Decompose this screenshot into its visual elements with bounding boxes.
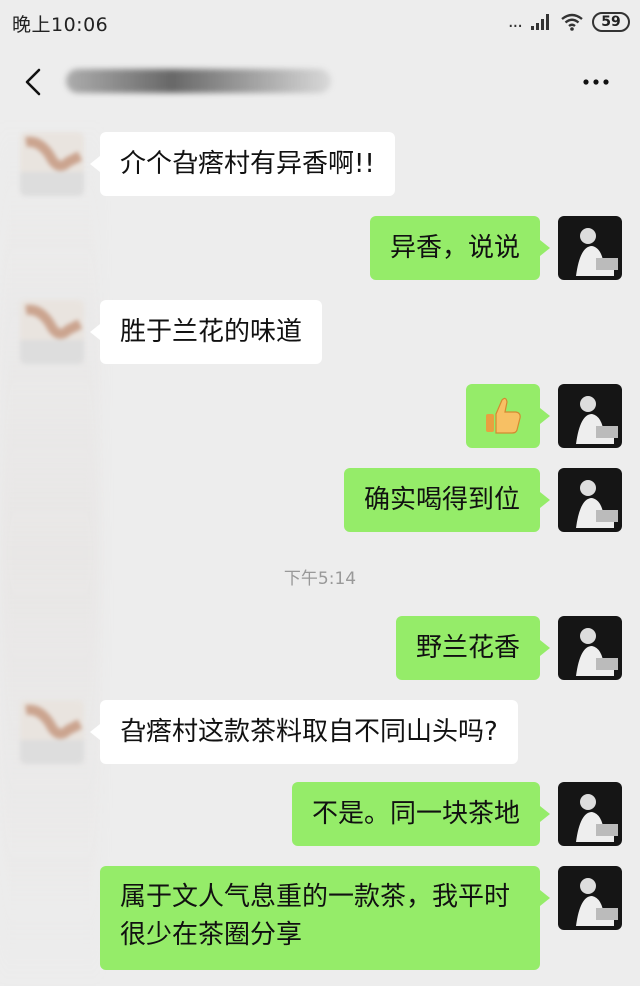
- message-bubble-sent[interactable]: 野兰花香: [395, 616, 551, 680]
- message-bubble-received[interactable]: 胜于兰花的味道: [89, 300, 323, 364]
- my-avatar[interactable]: [558, 384, 622, 448]
- my-avatar[interactable]: [558, 782, 622, 846]
- chat-header: [0, 44, 640, 120]
- my-avatar[interactable]: [558, 616, 622, 680]
- contact-avatar[interactable]: [20, 300, 84, 364]
- message-bubble-sent[interactable]: 不是。同一块茶地: [291, 782, 551, 846]
- message-bubble-sent[interactable]: 异香，说说: [369, 216, 551, 280]
- battery-icon: 59: [592, 12, 630, 32]
- contact-avatar[interactable]: [20, 132, 84, 196]
- thumbs-up-icon: [486, 397, 521, 434]
- status-time: 晚上10:06: [12, 14, 109, 36]
- signal-icon: [530, 13, 552, 31]
- more-horizontal-icon: [583, 79, 609, 85]
- chevron-left-icon: [25, 68, 41, 96]
- back-button[interactable]: [14, 62, 54, 102]
- message-bubble-received[interactable]: 介个旮瘩村有异香啊!!: [90, 132, 395, 196]
- contact-name-blurred: [66, 69, 331, 93]
- contact-avatar[interactable]: [20, 700, 84, 764]
- chat-messages[interactable]: 介个旮瘩村有异香啊!! 异香，说说 胜于兰花的味道 👍 确实喝得到位 下午5:1…: [0, 120, 640, 986]
- message-timestamp: 下午5:14: [283, 569, 357, 589]
- status-icons: ... 59: [508, 10, 630, 34]
- status-bar: 晚上10:06 ... 59: [0, 0, 640, 44]
- message-bubble-sent[interactable]: 属于文人气息重的一款茶，我平时很少在茶圈分享: [100, 866, 550, 970]
- my-avatar[interactable]: [558, 216, 622, 280]
- message-bubble-sent[interactable]: 确实喝得到位: [343, 468, 551, 532]
- my-avatar[interactable]: [558, 468, 622, 532]
- signal-dots: ...: [507, 11, 523, 32]
- message-bubble-received[interactable]: 旮瘩村这款茶料取自不同山头吗?: [90, 700, 518, 764]
- wifi-icon: [560, 13, 584, 31]
- blurred-avatar-column: [0, 120, 100, 986]
- more-button[interactable]: [576, 64, 616, 100]
- message-bubble-sent-emoji[interactable]: [466, 384, 550, 448]
- my-avatar[interactable]: [558, 866, 622, 930]
